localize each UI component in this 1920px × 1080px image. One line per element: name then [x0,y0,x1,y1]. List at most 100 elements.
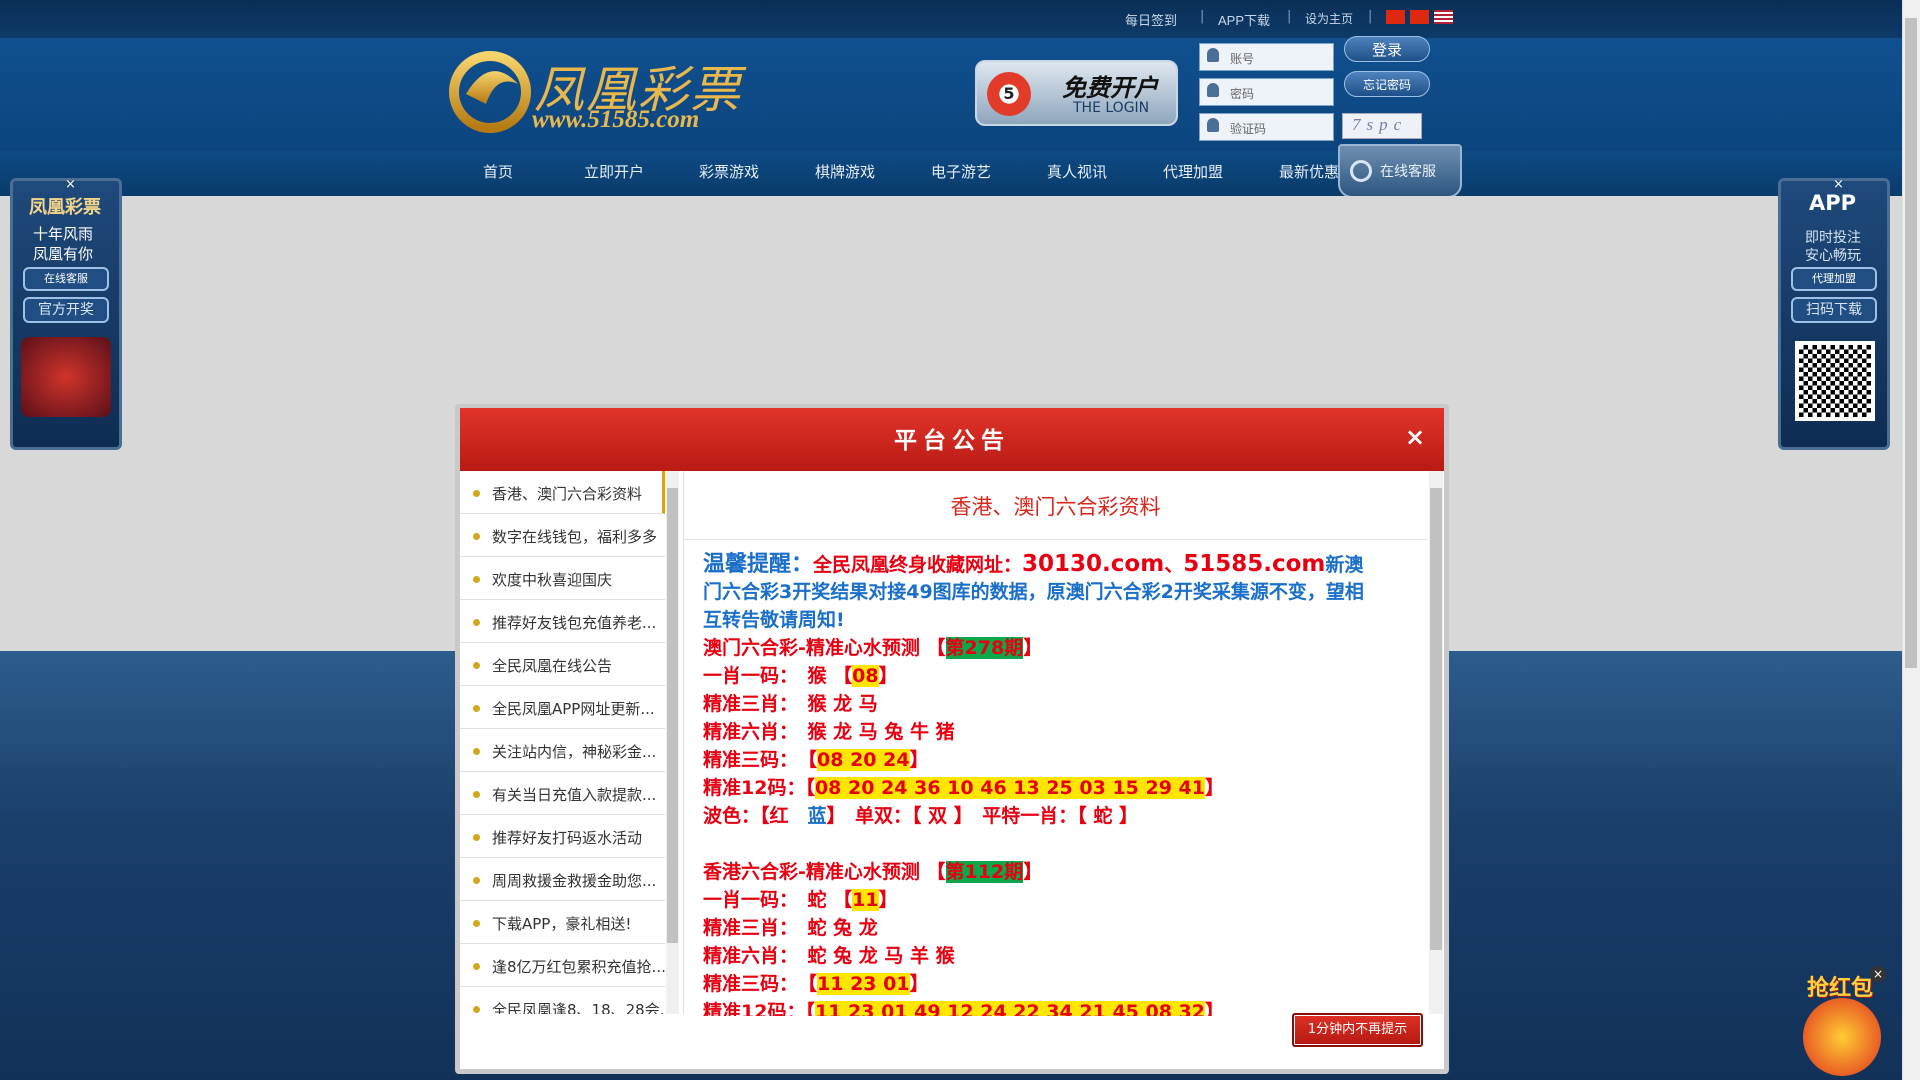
account-placeholder: 账号 [1230,52,1255,66]
list-item[interactable]: 数字在线钱包，福利多多 [460,514,665,557]
macau-period: 第278期 [945,637,1024,659]
nav-home[interactable]: 首页 [483,161,513,182]
list-item[interactable]: 欢度中秋喜迎国庆 [460,557,665,600]
list-item[interactable]: 香港、澳门六合彩资料 [460,471,665,514]
macau-three-xiao: 精准三肖： 猴 龙 马 [703,693,878,715]
hk-period: 第112期 [945,861,1024,883]
right-line2: 安心畅玩 [1805,248,1861,264]
notice-label: 温馨提醒： [703,552,814,577]
macau-three-code: 精准三码： 【08 20 24】 [703,745,929,772]
flag-us-icon[interactable] [1434,10,1453,24]
bullet-icon [473,791,480,798]
notice-text-2: 新澳 [1325,554,1364,576]
left-float-panel: × 凤凰彩票 十年风雨 凤凰有你 在线客服 官方开奖 [10,177,122,450]
list-item-label: 全民凤凰APP网址更新... [492,700,655,718]
announcement-list: 香港、澳门六合彩资料 数字在线钱包，福利多多 欢度中秋喜迎国庆 推荐好友钱包充值… [460,471,665,1014]
online-service-button[interactable]: 在线客服 [1338,144,1462,198]
nav-promo[interactable]: 最新优惠 [1279,161,1339,182]
bullet-icon [473,619,480,626]
nav-chess[interactable]: 棋牌游戏 [815,161,875,182]
list-item-label: 周周救援金救援金助您... [492,872,657,890]
flag-cn-icon[interactable] [1386,10,1405,24]
hk-one-code: 一肖一码： 蛇 【11】 [703,885,898,912]
list-item[interactable]: 关注站内信，神秘彩金... [460,729,665,772]
bullet-icon [473,834,480,841]
macau-six-xiao: 精准六肖： 猴 龙 马 兔 牛 猪 [703,721,955,743]
forgot-password-button[interactable]: 忘记密码 [1344,71,1430,97]
list-item[interactable]: 下载APP，豪礼相送! [460,901,665,944]
list-scrollbar-thumb[interactable] [667,488,678,943]
set-home-link[interactable]: 设为主页 [1305,10,1353,27]
macau-header-text: 澳门六合彩-精准心水预测 【 [703,637,946,659]
app-download-link[interactable]: APP下载 [1218,10,1270,29]
modal-close-icon[interactable]: × [1405,423,1425,451]
bullet-icon [473,920,480,927]
list-item[interactable]: 周周救援金救援金助您... [460,858,665,901]
list-item[interactable]: 推荐好友打码返水活动 [460,815,665,858]
bullet-icon [473,533,480,540]
left-brand: 凤凰彩票 [29,197,101,218]
macau-one-code-value: 08 [852,665,879,687]
label: 精准12码：【 [703,777,815,799]
nav-slots[interactable]: 电子游艺 [931,161,991,182]
list-item[interactable]: 有关当日充值入款提款... [460,772,665,815]
account-input[interactable]: 账号 [1199,43,1334,71]
list-item[interactable]: 全民凤凰APP网址更新... [460,686,665,729]
checkin-link[interactable]: 每日签到 [1125,10,1177,29]
label: 精准12码：【 [703,1001,815,1016]
shield-icon [1207,118,1219,132]
left-draw-button[interactable]: 官方开奖 [23,297,109,323]
bullet-icon [473,748,480,755]
hk-three-code-value: 11 23 01 [817,973,910,995]
right-agent-button[interactable]: 代理加盟 [1791,267,1877,291]
hk-twelve-code: 精准12码：【11 23 01 49 12 24 22 34 21 45 08 … [703,997,1224,1016]
captcha-input[interactable]: 验证码 [1199,113,1334,141]
separator: | [1368,9,1373,24]
login-button[interactable]: 登录 [1344,36,1430,62]
close-icon[interactable]: × [65,177,76,192]
list-item[interactable]: 逢8亿万红包累积充值抢... [460,944,665,987]
dismiss-1min-button[interactable]: 1分钟内不再提示 [1292,1013,1423,1047]
macau-twelve-code: 精准12码：【08 20 24 36 10 46 13 25 03 15 29 … [703,773,1224,800]
captcha-image[interactable]: 7spc [1342,113,1422,139]
bracket: 】 [1205,777,1225,799]
red-packet-widget[interactable]: 抢红包 × [1797,966,1887,1076]
lock-icon [1207,83,1219,97]
content-body: 温馨提醒：全民凤凰终身收藏网址：30130.com、51585.com新澳 门六… [703,542,1418,1016]
wave-blue: 蓝 [807,805,827,827]
free-register-banner[interactable]: 5 免费开户 THE LOGIN [975,60,1178,126]
label: 一肖一码： 猴 【 [703,665,853,687]
nav-lottery[interactable]: 彩票游戏 [699,161,759,182]
header [0,38,1902,151]
password-placeholder: 密码 [1230,87,1255,101]
label: 一肖一码： 蛇 【 [703,889,853,911]
promo-sub: THE LOGIN [1073,100,1150,116]
nav-agent[interactable]: 代理加盟 [1163,161,1223,182]
list-item[interactable]: 推荐好友钱包充值养老... [460,600,665,643]
bracket: 】 [878,889,898,911]
close-icon[interactable]: × [1833,177,1844,192]
left-online-service-button[interactable]: 在线客服 [23,267,109,291]
site-logo[interactable]: 凤凰彩票 www.51585.com [446,44,746,140]
list-item[interactable]: 全民凤凰在线公告 [460,643,665,686]
nav-register[interactable]: 立即开户 [584,161,644,182]
password-input[interactable]: 密码 [1199,78,1334,106]
domain-1: 30130.com [1022,551,1165,577]
page-scrollbar-thumb[interactable] [1905,18,1917,668]
close-icon[interactable]: × [1870,966,1886,982]
list-item[interactable]: 全民凤凰逢8、18、28会... [460,987,665,1014]
macau-three-code-value: 08 20 24 [817,749,910,771]
red-packet-icon [1803,998,1881,1076]
content-scrollbar-thumb[interactable] [1430,488,1442,950]
label: 精准三码： 【 [703,749,818,771]
nav-live[interactable]: 真人视讯 [1047,161,1107,182]
macau-one-code: 一肖一码： 猴 【08】 [703,661,898,688]
flag-hk-icon[interactable] [1410,10,1429,24]
right-scan-button[interactable]: 扫码下载 [1791,297,1877,323]
bullet-icon [473,576,480,583]
list-item-label: 全民凤凰在线公告 [492,657,613,675]
list-item-label: 香港、澳门六合彩资料 [492,485,643,503]
list-item-label: 关注站内信，神秘彩金... [492,743,657,761]
list-item-label: 逢8亿万红包累积充值抢... [492,958,665,976]
bracket: 】 [1023,861,1043,883]
